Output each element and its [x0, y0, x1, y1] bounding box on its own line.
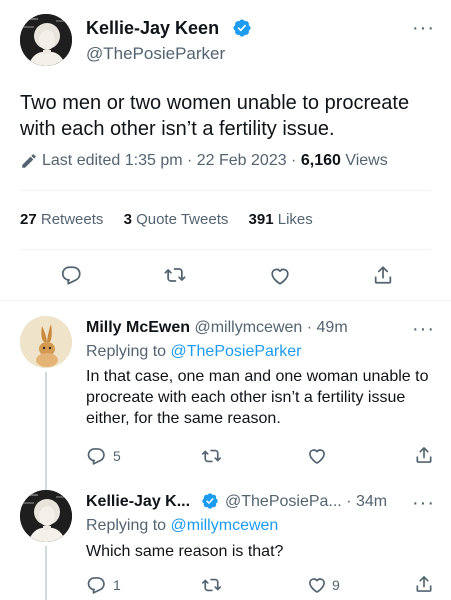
reply-author-name[interactable]: Milly McEwen: [86, 319, 190, 336]
reply-avatar[interactable]: [20, 490, 72, 542]
thread-line: [45, 546, 47, 600]
likes-count: 391: [248, 211, 274, 228]
more-icon[interactable]: ···: [412, 319, 435, 339]
quotes-count: 3: [123, 211, 132, 228]
reply-meta: @ThePosiePa... · 34m: [225, 492, 387, 512]
edit-info: Last edited 1:35 pm · 22 Feb 2023 · 6,16…: [42, 151, 388, 171]
section-divider: [0, 300, 451, 301]
views-count: 6,160: [300, 152, 341, 169]
reply-count: 5: [113, 448, 121, 464]
tweet-text: Two men or two women unable to procreate…: [20, 92, 410, 140]
quotes-stat[interactable]: 3 Quote Tweets: [124, 211, 233, 228]
reply-header: Milly McEwen @millymcewen · 49m: [86, 318, 348, 338]
reply-text: In that case, one man and one woman unab…: [86, 368, 429, 427]
more-icon[interactable]: ···: [412, 18, 435, 38]
like-icon[interactable]: [269, 265, 291, 287]
share-icon[interactable]: [414, 573, 434, 595]
avatar-portrait-image: [20, 490, 72, 542]
verified-badge-icon: [232, 18, 252, 38]
thread-line: [45, 372, 47, 496]
reply-icon[interactable]: [86, 575, 106, 595]
engagement-stats: 27 Retweets 3 Quote Tweets 391 Likes: [20, 210, 313, 230]
replying-to-link[interactable]: @millymcewen: [171, 517, 279, 534]
like-icon[interactable]: [307, 446, 327, 466]
reply-timestamp[interactable]: · 49m: [307, 319, 348, 336]
like-icon[interactable]: [307, 575, 327, 595]
replying-to-label: Replying to: [86, 517, 167, 534]
author-handle[interactable]: @ThePosieParker: [86, 43, 225, 64]
like-count: 9: [332, 577, 340, 593]
retweet-icon[interactable]: [201, 575, 222, 595]
edited-timestamp[interactable]: Last edited 1:35 pm · 22 Feb 2023 ·: [42, 152, 296, 169]
reply-author-name[interactable]: Kellie-Jay K...: [86, 493, 190, 510]
likes-stat[interactable]: 391 Likes: [249, 211, 313, 228]
replying-to-link[interactable]: @ThePosieParker: [171, 343, 302, 360]
reply-author-handle[interactable]: @millymcewen: [194, 319, 302, 336]
share-icon[interactable]: [372, 263, 394, 287]
divider: [20, 190, 431, 191]
reply-icon[interactable]: [86, 446, 106, 466]
retweet-icon[interactable]: [201, 446, 222, 466]
author-name[interactable]: Kellie-Jay Keen: [86, 17, 219, 39]
quotes-label: Quote Tweets: [136, 211, 229, 228]
author-avatar[interactable]: [20, 14, 72, 66]
reply-timestamp[interactable]: · 34m: [346, 493, 387, 510]
verified-badge-icon: [201, 492, 219, 510]
replying-to-line: Replying to @ThePosieParker: [86, 342, 301, 362]
reply-author-handle[interactable]: @ThePosiePa...: [225, 493, 342, 510]
likes-label: Likes: [277, 211, 313, 228]
avatar-rabbit-illustration: [20, 316, 72, 368]
retweet-icon[interactable]: [163, 264, 187, 286]
more-icon[interactable]: ···: [412, 493, 435, 513]
views-label: Views: [345, 152, 388, 169]
divider: [20, 249, 431, 250]
reply-count: 1: [113, 577, 121, 593]
reply-avatar[interactable]: [20, 316, 72, 368]
retweets-count: 27: [20, 211, 37, 228]
avatar-portrait-image: [20, 14, 72, 66]
reply-header: Kellie-Jay K...: [86, 492, 190, 512]
share-icon[interactable]: [414, 444, 434, 466]
retweets-label: Retweets: [40, 211, 104, 228]
retweets-stat[interactable]: 27 Retweets: [20, 211, 108, 228]
reply-text: Which same reason is that?: [86, 543, 284, 560]
pencil-icon: [20, 152, 38, 170]
replying-to-label: Replying to: [86, 343, 167, 360]
replying-to-line: Replying to @millymcewen: [86, 516, 278, 536]
reply-icon[interactable]: [60, 264, 82, 286]
